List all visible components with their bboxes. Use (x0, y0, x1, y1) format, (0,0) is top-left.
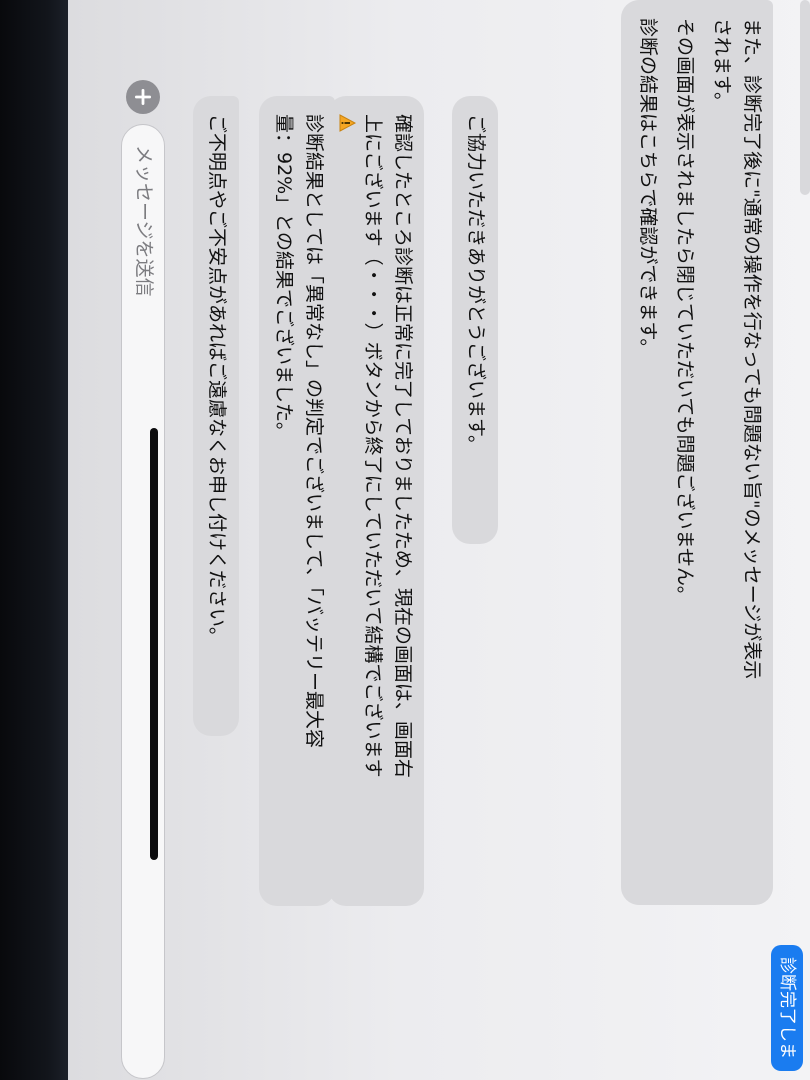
message-line: 上にございます（・・・）ボタンから終了にしていただいて結構でございます (362, 114, 384, 778)
home-indicator (150, 428, 158, 860)
message-line: 量：92%」との結果でございました。 (273, 114, 295, 442)
message-bubble-diagnosis-complete: 確認したところ診断は正常に完了しておりましたため、現在の画面は、画面右 上にござ… (328, 96, 424, 906)
plus-icon (135, 89, 151, 105)
message-bubble-thanks: ご協力いただきありがとうございます。 (452, 96, 498, 544)
previous-message-edge (800, 0, 810, 195)
message-input[interactable]: メッセージを送信 (121, 124, 165, 1079)
message-bubble-closing: ご不明点やご不安点があればご遠慮なくお申し付けください。 (193, 96, 239, 736)
add-attachment-button[interactable] (126, 80, 160, 114)
message-line: 確認したところ診断は正常に完了しておりましたため、現在の画面は、画面右 (392, 114, 414, 778)
message-line: その画面が表示されましたら閉じていただいても問題ございません。 (674, 18, 696, 605)
screen-bezel (0, 0, 68, 1080)
message-text: ご協力いただきありがとうございます。 (465, 114, 487, 455)
message-bubble-diagnosis-info: また、診断完了後に"通常の操作を行なっても問題ない旨"のメッセージが表示 されま… (621, 0, 773, 905)
message-line: また、診断完了後に"通常の操作を行なっても問題ない旨"のメッセージが表示 (741, 18, 763, 680)
message-line: されます。 (711, 18, 733, 112)
message-text: ご不明点やご不安点があればご遠慮なくお申し付けください。 (206, 114, 228, 647)
message-bubble-diagnosis-result: 診断結果としては「異常なし」の判定でございまして、「バッテリー最大容 量：92%… (259, 96, 335, 906)
message-line: 診断結果としては「異常なし」の判定でございまして、「バッテリー最大容 (303, 114, 325, 749)
sent-message-diagnosis-complete: 診断完了しま (771, 945, 803, 1071)
chat-view: また、診断完了後に"通常の操作を行なっても問題ない旨"のメッセージが表示 されま… (68, 0, 810, 1080)
message-line: 診断の結果はこちらで確認ができます。 (637, 18, 659, 358)
warning-triangle-icon (339, 114, 356, 132)
